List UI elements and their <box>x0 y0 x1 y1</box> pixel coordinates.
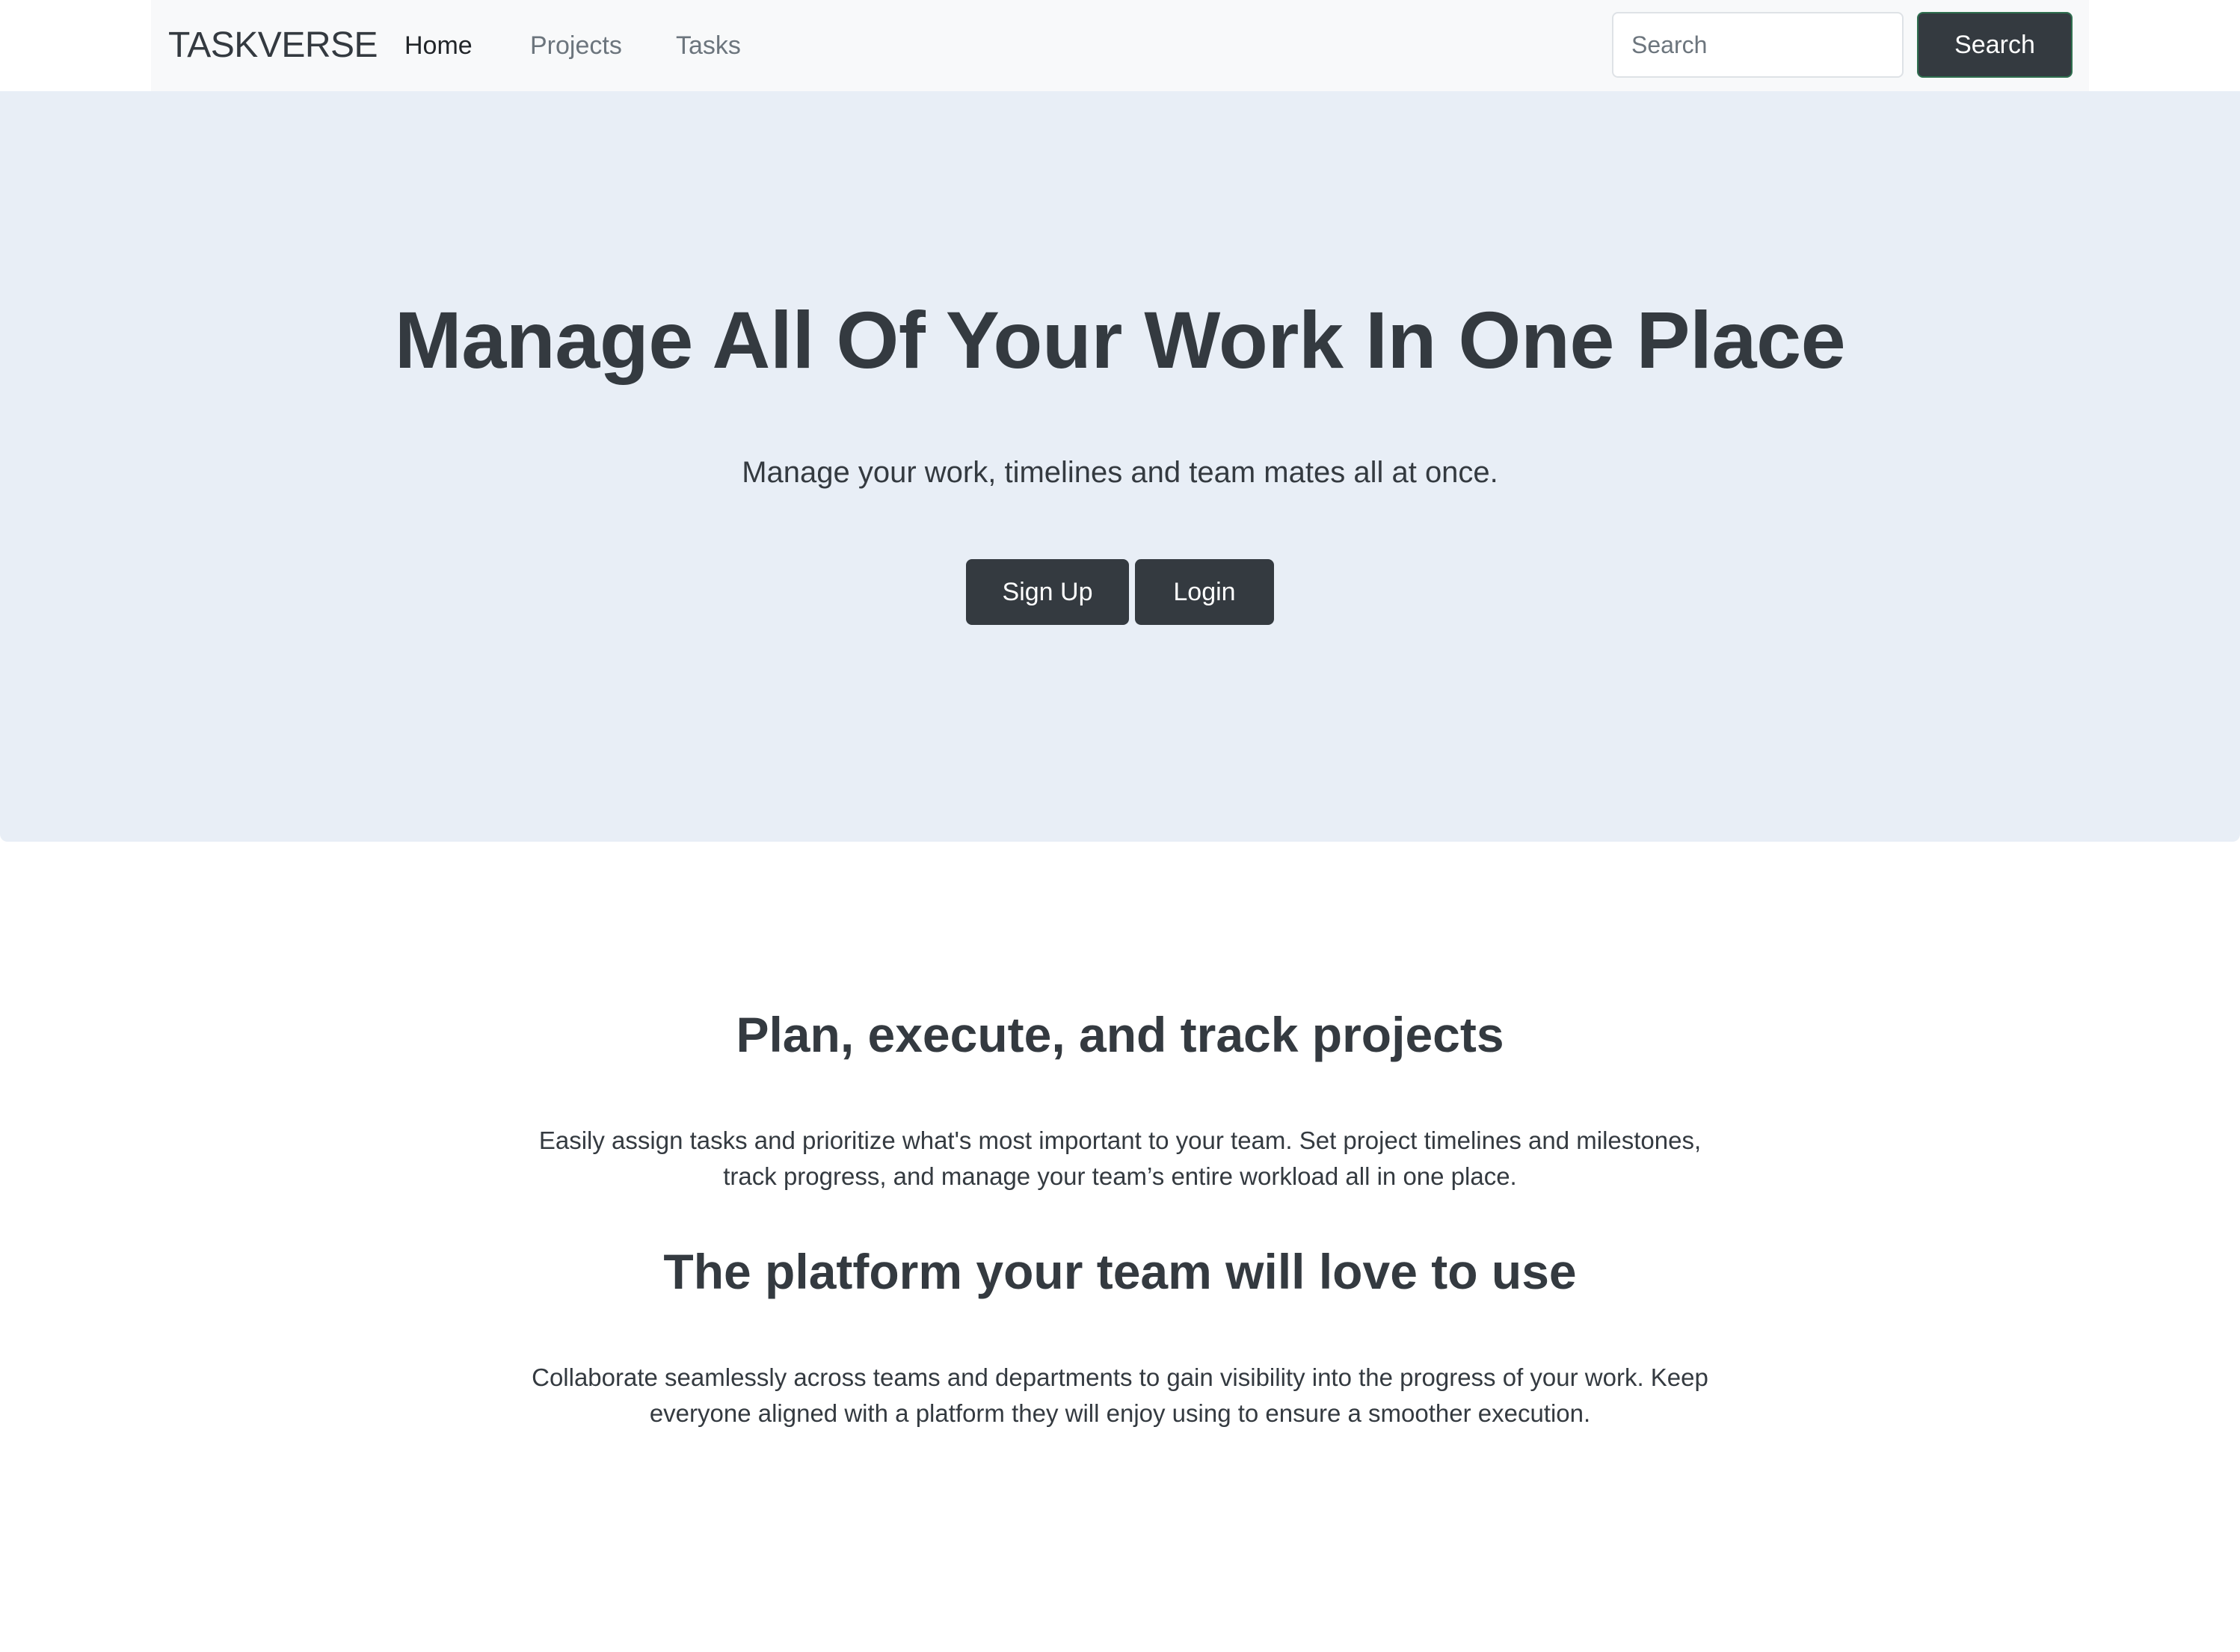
nav-link-projects[interactable]: Projects <box>530 0 622 91</box>
hero-button-group: Sign Up Login <box>0 559 2240 625</box>
search-input[interactable] <box>1612 12 1904 78</box>
search-button[interactable]: Search <box>1917 12 2073 78</box>
navbar: TASKVERSE Home Projects Tasks Search <box>151 0 2089 91</box>
feature-title-plan: Plan, execute, and track projects <box>736 1007 1504 1062</box>
nav-link-home[interactable]: Home <box>404 0 473 91</box>
hero-subtitle: Manage your work, timelines and team mat… <box>742 456 1498 489</box>
login-button[interactable]: Login <box>1135 559 1274 625</box>
feature-title-platform: The platform your team will love to use <box>663 1244 1577 1299</box>
nav-link-tasks[interactable]: Tasks <box>676 0 741 91</box>
brand-logo[interactable]: TASKVERSE <box>168 0 378 91</box>
hero-section: Manage All Of Your Work In One Place Man… <box>0 91 2240 842</box>
hero-title: Manage All Of Your Work In One Place <box>394 295 1846 385</box>
feature-text-plan: Easily assign tasks and prioritize what'… <box>538 1126 1702 1190</box>
feature-text-platform: Collaborate seamlessly across teams and … <box>532 1363 1708 1427</box>
signup-button[interactable]: Sign Up <box>966 559 1129 625</box>
